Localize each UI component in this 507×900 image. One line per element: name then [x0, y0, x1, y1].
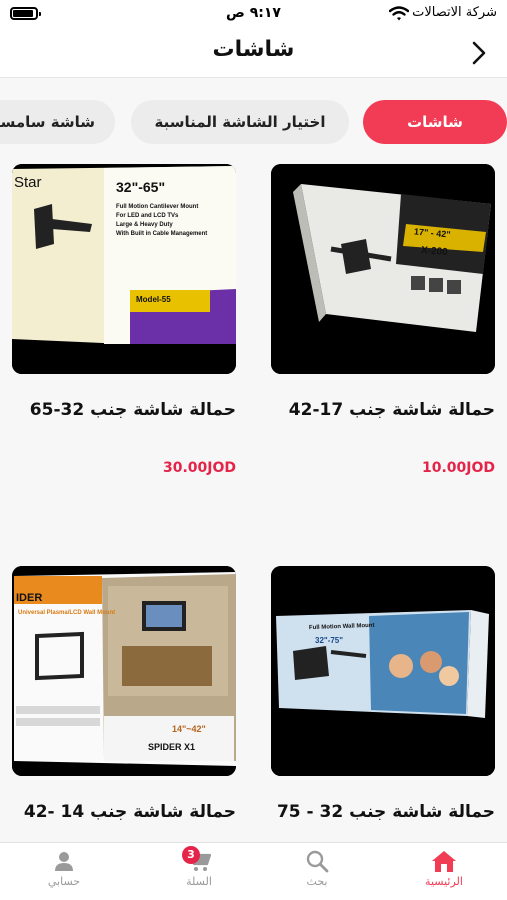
nav-home-label: الرئيسية — [425, 875, 463, 888]
battery-icon — [10, 7, 41, 20]
product-image[interactable]: Star 32"-65" Full Motion Cantilever Moun… — [12, 164, 236, 374]
status-bar: ٩:١٧ ص شركة الاتصالات — [0, 0, 507, 28]
product-card[interactable]: 17" - 42" X-200 حمالة شاشة جنب 17-42 10.… — [271, 164, 495, 476]
product-card[interactable]: IDER Universal Plasma/LCD Wall Mount 14"… — [12, 566, 236, 822]
product-name[interactable]: حمالة شاشة جنب 14 -42 — [12, 802, 236, 822]
product-box-image — [271, 566, 495, 776]
box-line1-text: Universal Plasma/LCD Wall Mount — [18, 610, 116, 616]
user-icon — [55, 852, 73, 871]
product-name[interactable]: حمالة شاشة جنب 32-65 — [12, 400, 236, 420]
box-size-text: 32"-65" — [116, 179, 166, 195]
product-image[interactable]: 17" - 42" X-200 — [271, 164, 495, 374]
search-icon — [306, 850, 329, 873]
home-icon — [432, 851, 456, 872]
app-header: شاشات — [0, 28, 507, 78]
chevron-right-icon[interactable] — [467, 40, 491, 66]
page-title: شاشات — [212, 37, 295, 62]
product-name[interactable]: حمالة شاشة جنب 17-42 — [271, 400, 495, 420]
box-brand-text: IDER — [16, 592, 43, 604]
status-time: ٩:١٧ ص — [226, 5, 281, 21]
product-price: 10.00JOD — [421, 460, 495, 476]
product-box-image — [12, 566, 236, 776]
category-tabs: شاشات اختيار الشاشة المناسبة شاشة سامسون… — [0, 100, 507, 144]
nav-home[interactable]: الرئيسية — [399, 849, 489, 888]
product-image[interactable]: IDER Universal Plasma/LCD Wall Mount 14"… — [12, 566, 236, 776]
product-card[interactable]: Star 32"-65" Full Motion Cantilever Moun… — [12, 164, 236, 476]
carrier-name: شركة الاتصالات — [412, 5, 497, 20]
product-name[interactable]: حمالة شاشة جنب 32 - 75 — [271, 802, 495, 822]
bottom-nav: حسابي 3 السلة بحث الرئيسية — [0, 842, 507, 900]
product-card[interactable]: Full Motion Wall Mount 32"-75" حمالة شاش… — [271, 566, 495, 822]
product-box-image — [271, 164, 495, 374]
box-model-text: Model-55 — [136, 295, 171, 304]
nav-cart[interactable]: 3 السلة — [154, 846, 244, 888]
nav-account[interactable]: حسابي — [19, 849, 109, 888]
box-model-text: X-200 — [420, 244, 449, 259]
nav-search[interactable]: بحث — [272, 849, 362, 888]
box-line3-text: Large & Heavy Duty — [116, 222, 173, 228]
product-image[interactable]: Full Motion Wall Mount 32"-75" — [271, 566, 495, 776]
tab-screens[interactable]: شاشات — [363, 100, 507, 144]
box-size-text: 14"~42" — [172, 724, 206, 734]
tab-samsung-screen[interactable]: شاشة سامسونج — [0, 100, 115, 144]
product-price: 30.00JOD — [162, 460, 236, 476]
nav-search-label: بحث — [306, 875, 328, 888]
box-line4-text: With Built in Cable Management — [116, 231, 208, 237]
box-model-text: SPIDER X1 — [148, 742, 196, 752]
nav-account-label: حسابي — [47, 875, 81, 888]
wifi-icon — [389, 6, 409, 21]
nav-cart-label: السلة — [186, 875, 212, 888]
box-size-text: 32"-75" — [315, 636, 344, 645]
product-box-image — [12, 164, 236, 374]
box-line2-text: For LED and LCD TVs — [116, 213, 179, 219]
box-brand-text: Star — [14, 174, 42, 191]
screen: ٩:١٧ ص شركة الاتصالات شاشات شاشات اختيار… — [0, 0, 507, 900]
cart-count-badge: 3 — [182, 846, 200, 864]
tab-choose-screen[interactable]: اختيار الشاشة المناسبة — [131, 100, 349, 144]
box-line1-text: Full Motion Cantilever Mount — [116, 204, 199, 210]
